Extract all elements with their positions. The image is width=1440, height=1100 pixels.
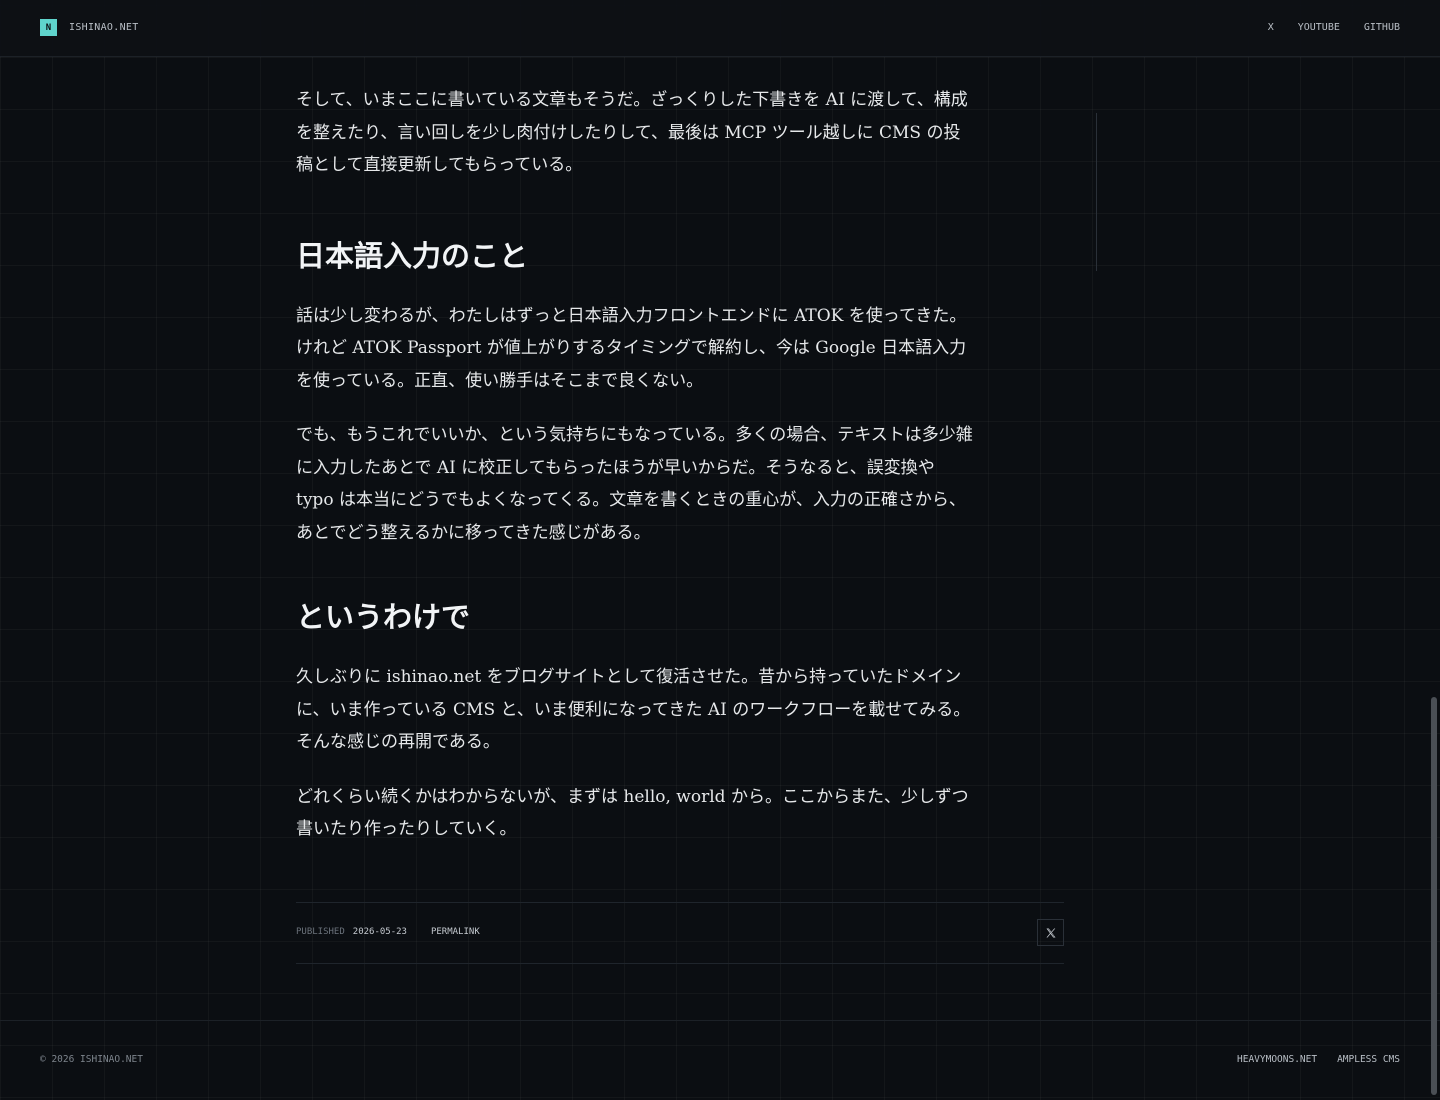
nav-link-github[interactable]: GITHUB [1364, 22, 1400, 33]
article-paragraph: そして、いまここに書いている文章もそうだ。ざっくりした下書きを AI に渡して、… [296, 90, 968, 175]
site-header: N ISHINAO.NET X YOUTUBE GITHUB [0, 0, 1440, 57]
footer-link-ampless-cms[interactable]: AMPLESS CMS [1337, 1054, 1400, 1065]
nav-link-youtube[interactable]: YOUTUBE [1298, 22, 1340, 33]
share-on-x-button[interactable] [1037, 919, 1064, 946]
permalink-link[interactable]: PERMALINK [431, 927, 480, 937]
article-body: そして、いまここに書いている文章もそうだ。ざっくりした下書きを AI に渡して、… [296, 84, 976, 868]
site-name: ISHINAO.NET [69, 22, 139, 33]
page-scrollbar[interactable] [1428, 0, 1440, 1100]
copyright-text: © 2026 ISHINAO.NET [40, 1054, 143, 1065]
x-logo-icon [1046, 928, 1055, 937]
site-logo: N [40, 19, 57, 36]
published-date: 2026-05-23 [352, 927, 407, 937]
post-meta: PUBLISHED 2026-05-23 PERMALINK [296, 902, 1064, 964]
article-paragraph: でも、もうこれでいいか、という気持ちにもなっている。多くの場合、テキストは多少雑… [296, 425, 973, 543]
section-heading-conclusion: というわけで [296, 600, 471, 634]
header-nav: X YOUTUBE GITHUB [1268, 22, 1400, 33]
nav-link-x[interactable]: X [1268, 22, 1274, 33]
section-heading-ime: 日本語入力のこと [296, 238, 529, 273]
footer-link-heavymoons[interactable]: HEAVYMOONS.NET [1237, 1054, 1317, 1065]
article-paragraph: どれくらい続くかはわからないが、まずは hello, world から。ここから… [296, 786, 969, 840]
site-footer: © 2026 ISHINAO.NET HEAVYMOONS.NET AMPLES… [0, 1020, 1440, 1100]
toc-divider [1096, 113, 1097, 271]
scrollbar-thumb[interactable] [1431, 697, 1437, 1095]
footer-links: HEAVYMOONS.NET AMPLESS CMS [1237, 1054, 1400, 1065]
article-paragraph: 久しぶりに ishinao.net をブログサイトとして復活させた。昔から持って… [296, 667, 971, 752]
published-label: PUBLISHED [296, 927, 345, 937]
article-paragraph: 話は少し変わるが、わたしはずっと日本語入力フロントエンドに ATOK を使ってき… [296, 305, 967, 391]
site-brand-link[interactable]: N ISHINAO.NET [40, 19, 139, 36]
